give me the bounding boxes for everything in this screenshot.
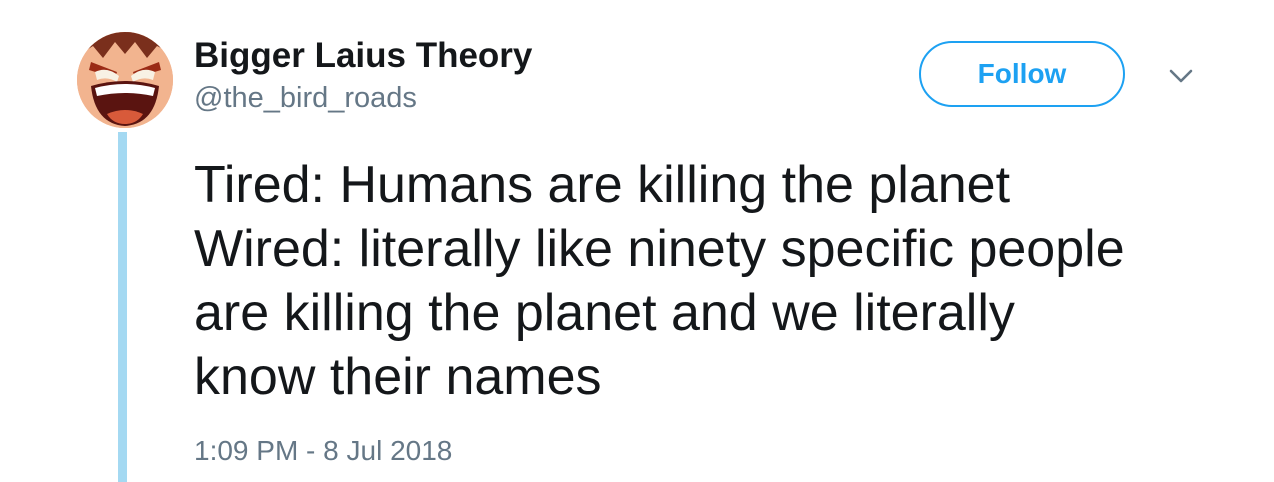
user-handle[interactable]: @the_bird_roads <box>194 82 417 115</box>
avatar-image <box>77 32 173 128</box>
tweet-timestamp[interactable]: 1:09 PM - 8 Jul 2018 <box>194 435 452 467</box>
follow-button[interactable]: Follow <box>919 41 1125 107</box>
follow-button-label: Follow <box>977 58 1067 89</box>
tweet-text-line: know their names <box>194 348 602 406</box>
tweet-text-line: Tired: Humans are killing the planet <box>194 156 1011 214</box>
tweet-text-line: Wired: literally like ninety specific pe… <box>194 220 1125 278</box>
display-name[interactable]: Bigger Laius Theory <box>194 36 532 76</box>
thread-line <box>118 132 127 482</box>
avatar[interactable] <box>77 32 173 128</box>
tweet-text: Tired: Humans are killing the planet Wir… <box>194 153 1254 409</box>
tweet-text-line: are killing the planet and we literally <box>194 284 1015 342</box>
chevron-down-icon[interactable] <box>1166 64 1196 88</box>
